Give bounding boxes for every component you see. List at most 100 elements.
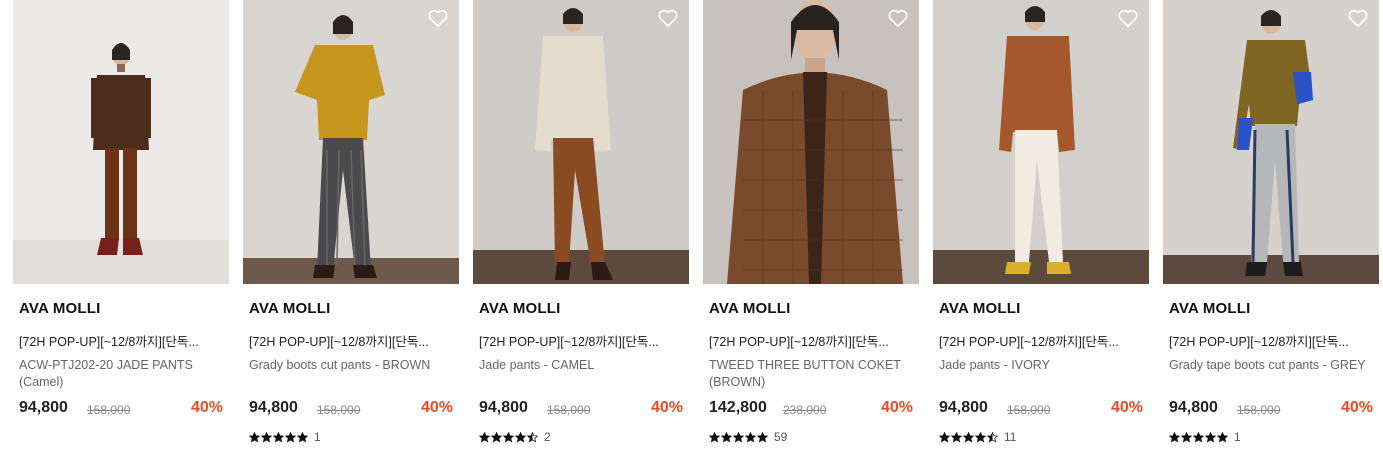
sale-price: 94,800: [249, 399, 298, 416]
star-icon: [503, 431, 514, 442]
star-icon: [975, 431, 986, 442]
product-name[interactable]: Grady tape boots cut pants - GREY: [1169, 357, 1375, 374]
discount-badge: 40%: [1110, 399, 1143, 416]
product-promo-title[interactable]: [72H POP-UP][~12/8까지][단독...: [249, 331, 453, 350]
star-icon: [479, 431, 490, 442]
product-image[interactable]: [933, 0, 1149, 284]
star-icon: [1217, 431, 1228, 442]
star-rating: [939, 431, 998, 443]
star-rating: [249, 431, 308, 443]
original-price: 238,000: [783, 403, 827, 417]
price-row: 94,800 158,000 40%: [479, 399, 683, 419]
star-icon: [987, 431, 998, 442]
product-promo-title[interactable]: [72H POP-UP][~12/8까지][단독...: [479, 331, 683, 350]
sale-price: 94,800: [1169, 399, 1218, 416]
star-icon: [515, 431, 526, 442]
heart-icon[interactable]: [1347, 8, 1369, 28]
discount-badge: 40%: [880, 399, 913, 416]
sale-price: 142,800: [709, 399, 767, 416]
rating: 11: [939, 429, 1016, 445]
star-icon: [249, 431, 260, 442]
product-name[interactable]: Jade pants - CAMEL: [479, 357, 685, 374]
product-brand: AVA MOLLI: [249, 300, 331, 317]
product-image[interactable]: [13, 0, 229, 284]
product-brand: AVA MOLLI: [709, 300, 791, 317]
star-icon: [745, 431, 756, 442]
sale-price: 94,800: [19, 399, 68, 416]
original-price: 158,000: [87, 403, 131, 417]
product-card[interactable]: AVA MOLLI [72H POP-UP][~12/8까지][단독... Gr…: [243, 0, 459, 466]
product-image[interactable]: [703, 0, 919, 284]
product-image[interactable]: [243, 0, 459, 284]
product-card[interactable]: AVA MOLLI [72H POP-UP][~12/8까지][단독... TW…: [703, 0, 919, 466]
product-promo-title[interactable]: [72H POP-UP][~12/8까지][단독...: [939, 331, 1143, 350]
product-name[interactable]: Jade pants - IVORY: [939, 357, 1145, 374]
heart-icon[interactable]: [1117, 8, 1139, 28]
product-card[interactable]: AVA MOLLI [72H POP-UP][~12/8까지][단독... Ja…: [933, 0, 1149, 466]
product-brand: AVA MOLLI: [1169, 300, 1251, 317]
review-count: 11: [1004, 430, 1017, 444]
heart-icon[interactable]: [887, 8, 909, 28]
star-icon: [285, 431, 296, 442]
star-rating: [479, 431, 538, 443]
heart-icon[interactable]: [657, 8, 679, 28]
star-icon: [733, 431, 744, 442]
original-price: 158,000: [1237, 403, 1281, 417]
price-row: 94,800 158,000 40%: [249, 399, 453, 419]
product-name[interactable]: Grady boots cut pants - BROWN: [249, 357, 455, 374]
product-promo-title[interactable]: [72H POP-UP][~12/8까지][단독...: [1169, 331, 1373, 350]
discount-badge: 40%: [190, 399, 223, 416]
rating: 1: [249, 429, 321, 445]
price-row: 142,800 238,000 40%: [709, 399, 913, 419]
star-icon: [1181, 431, 1192, 442]
product-name[interactable]: ACW-PTJ202-20 JADE PANTS (Camel): [19, 357, 225, 391]
star-rating: [1169, 431, 1228, 443]
original-price: 158,000: [317, 403, 361, 417]
star-icon: [709, 431, 720, 442]
product-brand: AVA MOLLI: [479, 300, 561, 317]
sale-price: 94,800: [479, 399, 528, 416]
original-price: 158,000: [547, 403, 591, 417]
star-icon: [951, 431, 962, 442]
star-icon: [527, 431, 538, 442]
product-promo-title[interactable]: [72H POP-UP][~12/8까지][단독...: [709, 331, 913, 350]
product-card[interactable]: AVA MOLLI [72H POP-UP][~12/8까지][단독... AC…: [13, 0, 229, 466]
star-icon: [297, 431, 308, 442]
price-row: 94,800 158,000 40%: [19, 399, 223, 419]
star-icon: [1205, 431, 1216, 442]
star-rating: [709, 431, 768, 443]
review-count: 59: [774, 430, 788, 444]
product-name[interactable]: TWEED THREE BUTTON COKET (BROWN): [709, 357, 915, 391]
heart-icon[interactable]: [427, 8, 449, 28]
star-icon: [1193, 431, 1204, 442]
review-count: 1: [314, 430, 321, 444]
product-promo-title[interactable]: [72H POP-UP][~12/8까지][단독...: [19, 331, 223, 350]
star-icon: [721, 431, 732, 442]
discount-badge: 40%: [650, 399, 683, 416]
product-grid: AVA MOLLI [72H POP-UP][~12/8까지][단독... AC…: [0, 0, 1383, 466]
discount-badge: 40%: [1340, 399, 1373, 416]
star-icon: [273, 431, 284, 442]
review-count: 1: [1234, 430, 1241, 444]
price-row: 94,800 158,000 40%: [1169, 399, 1373, 419]
product-brand: AVA MOLLI: [19, 300, 101, 317]
review-count: 2: [544, 430, 551, 444]
star-icon: [1169, 431, 1180, 442]
star-icon: [757, 431, 768, 442]
price-row: 94,800 158,000 40%: [939, 399, 1143, 419]
product-image[interactable]: [473, 0, 689, 284]
original-price: 158,000: [1007, 403, 1051, 417]
product-card[interactable]: AVA MOLLI [72H POP-UP][~12/8까지][단독... Ja…: [473, 0, 689, 466]
star-icon: [261, 431, 272, 442]
star-icon: [963, 431, 974, 442]
star-icon: [939, 431, 950, 442]
star-icon: [491, 431, 502, 442]
rating: 59: [709, 429, 787, 445]
rating: 2: [479, 429, 551, 445]
rating: 1: [1169, 429, 1241, 445]
product-image[interactable]: [1163, 0, 1379, 284]
sale-price: 94,800: [939, 399, 988, 416]
product-brand: AVA MOLLI: [939, 300, 1021, 317]
discount-badge: 40%: [420, 399, 453, 416]
product-card[interactable]: AVA MOLLI [72H POP-UP][~12/8까지][단독... Gr…: [1163, 0, 1379, 466]
